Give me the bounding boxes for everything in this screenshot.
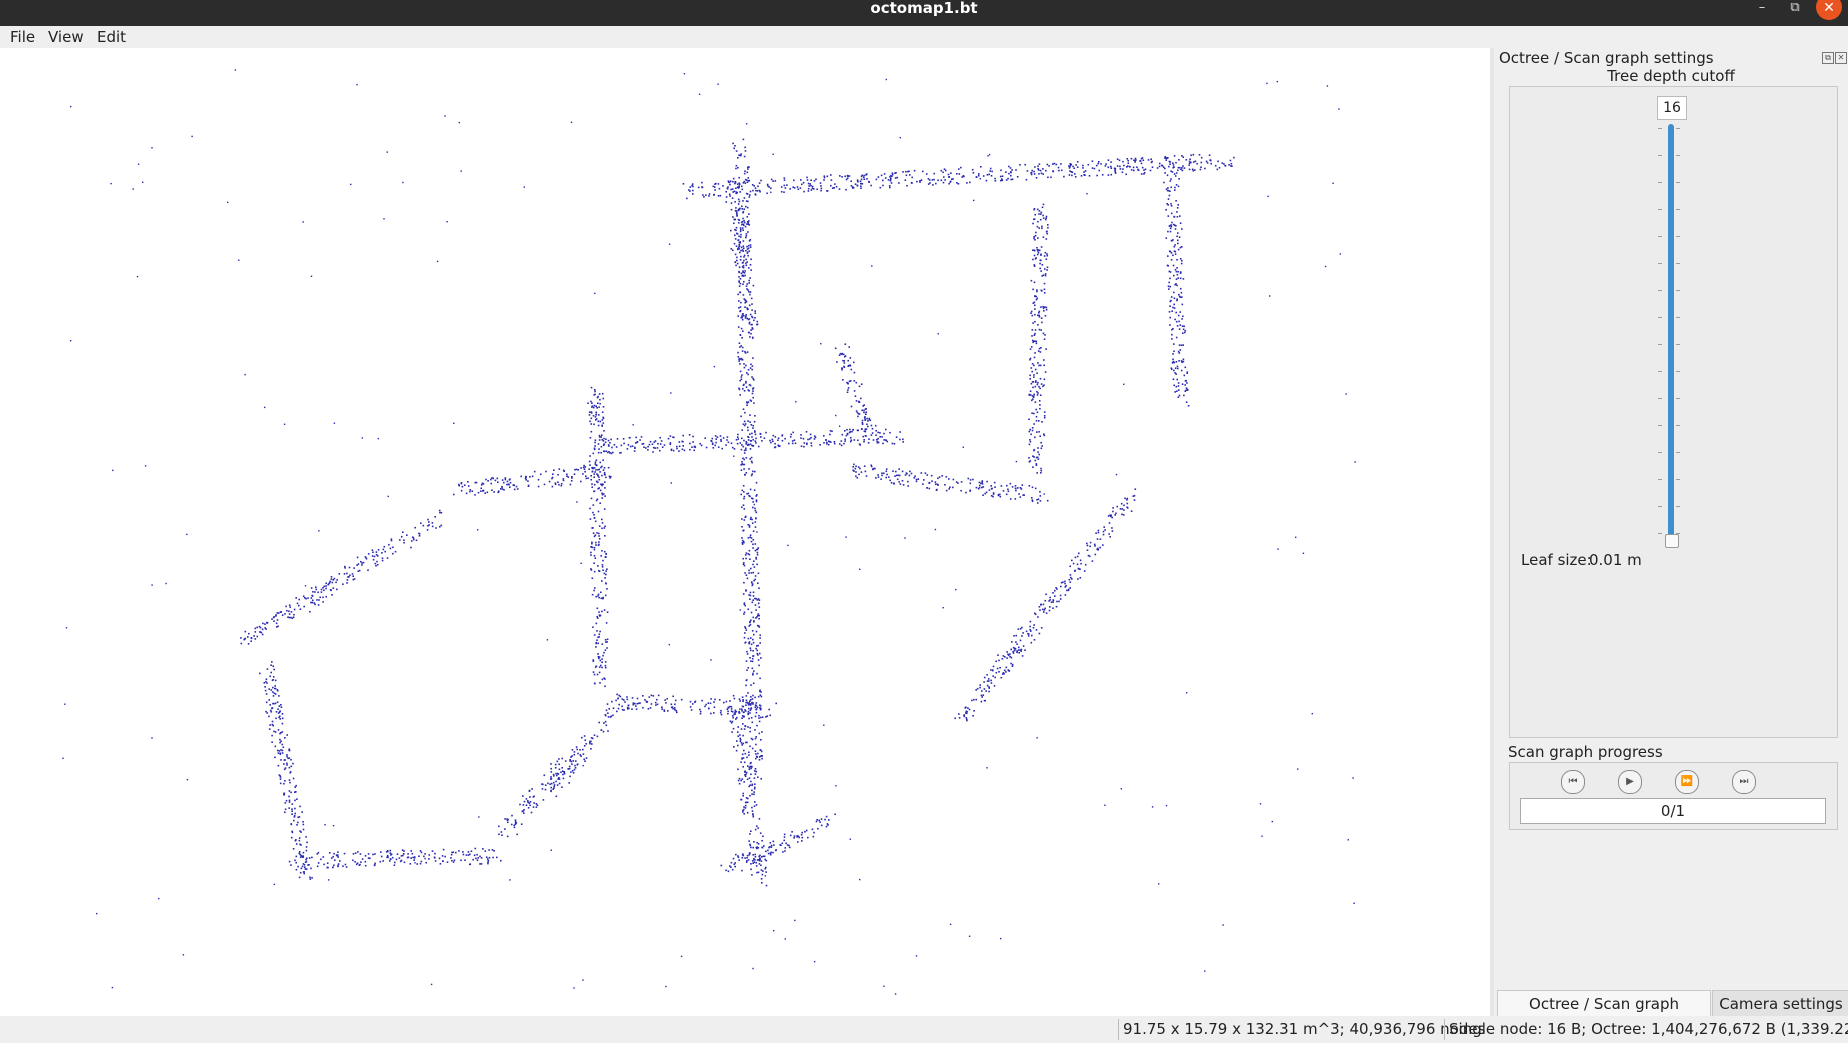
slider-tick <box>1676 344 1680 345</box>
slider-handle[interactable] <box>1665 534 1679 548</box>
minimize-button[interactable]: – <box>1749 0 1775 18</box>
slider-tick <box>1676 128 1680 129</box>
slider-tick <box>1658 452 1662 453</box>
step-forward-icon[interactable]: ⏩ <box>1675 770 1699 794</box>
memory-usage: Single node: 16 B; Octree: 1,404,276,672… <box>1444 1019 1848 1040</box>
slider-tick <box>1676 452 1680 453</box>
menu-view[interactable]: View <box>48 26 84 48</box>
menu-file[interactable]: File <box>10 26 35 48</box>
slider-tick <box>1676 209 1680 210</box>
tab-camera-settings[interactable]: Camera settings <box>1712 990 1848 1018</box>
map-dimensions: 91.75 x 15.79 x 132.31 m^3; 40,936,796 n… <box>1118 1019 1489 1040</box>
slider-tick <box>1676 371 1680 372</box>
slider-tick <box>1658 344 1662 345</box>
close-window-button[interactable]: ✕ <box>1816 0 1842 20</box>
slider-tick <box>1658 263 1662 264</box>
dock-title: Octree / Scan graph settings <box>1499 49 1714 67</box>
slider-tick <box>1676 317 1680 318</box>
skip-backward-icon[interactable]: ⏮ <box>1561 770 1585 794</box>
slider-tick <box>1676 398 1680 399</box>
point-cloud <box>62 69 1356 995</box>
status-bar: 91.75 x 15.79 x 132.31 m^3; 40,936,796 n… <box>0 1016 1848 1042</box>
slider-tick <box>1658 128 1662 129</box>
title-bar: octomap1.bt – ⧉ ✕ <box>0 0 1848 26</box>
maximize-button[interactable]: ⧉ <box>1782 0 1808 18</box>
leaf-size-label: Leaf size: <box>1521 551 1592 569</box>
slider-tick <box>1676 290 1680 291</box>
tree-depth-caption: Tree depth cutoff <box>1607 67 1735 85</box>
slider-tick <box>1676 506 1680 507</box>
slider-tick <box>1676 425 1680 426</box>
menu-edit[interactable]: Edit <box>97 26 126 48</box>
skip-forward-icon[interactable]: ⏭ <box>1732 770 1756 794</box>
slider-tick <box>1676 479 1680 480</box>
settings-dock: Octree / Scan graph settings ⧉ ✕ Tree de… <box>1494 48 1848 1016</box>
slider-tick <box>1658 209 1662 210</box>
slider-tick <box>1658 290 1662 291</box>
tree-depth-slider[interactable] <box>1668 124 1674 540</box>
play-icon[interactable]: ▶ <box>1618 770 1642 794</box>
window-title: octomap1.bt <box>870 0 978 17</box>
slider-tick <box>1676 182 1680 183</box>
slider-tick <box>1658 182 1662 183</box>
3d-viewport[interactable] <box>0 48 1490 1016</box>
tree-depth-value: 16 <box>1657 96 1687 120</box>
slider-tick <box>1658 425 1662 426</box>
slider-tick <box>1658 236 1662 237</box>
slider-tick <box>1658 155 1662 156</box>
slider-tick <box>1676 263 1680 264</box>
tab-octree-settings[interactable]: Octree / Scan graph settings <box>1497 990 1711 1039</box>
slider-tick <box>1658 479 1662 480</box>
slider-tick <box>1676 155 1680 156</box>
slider-tick <box>1658 533 1662 534</box>
menu-bar: File View Edit <box>0 26 1848 49</box>
close-icon[interactable]: ✕ <box>1835 52 1847 64</box>
slider-tick <box>1658 371 1662 372</box>
slider-tick <box>1658 317 1662 318</box>
slider-tick <box>1658 506 1662 507</box>
slider-tick <box>1676 236 1680 237</box>
leaf-size-value: 0.01 m <box>1589 551 1642 569</box>
slider-tick <box>1658 398 1662 399</box>
float-icon[interactable]: ⧉ <box>1822 52 1834 64</box>
scan-graph-caption: Scan graph progress <box>1508 743 1663 761</box>
scan-progress-bar: 0/1 <box>1520 798 1826 824</box>
